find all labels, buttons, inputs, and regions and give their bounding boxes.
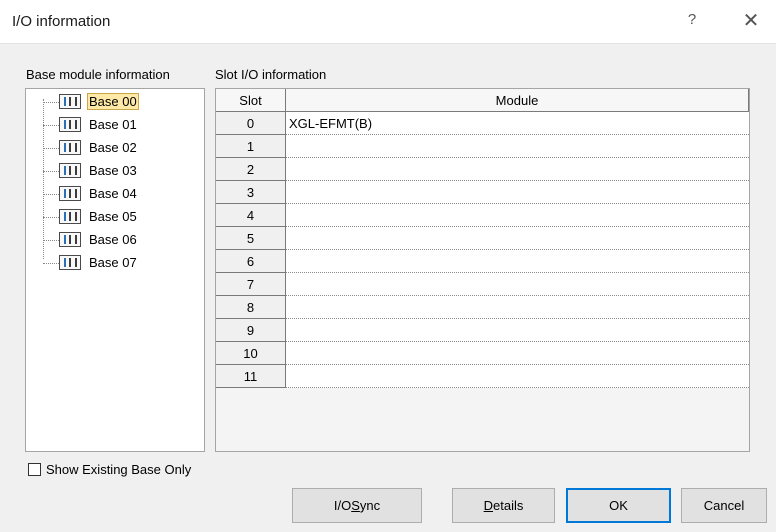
base-module-information-label: Base module information (26, 67, 170, 82)
module-cell[interactable] (286, 319, 749, 342)
table-row[interactable]: 8 (216, 296, 749, 319)
tree-item-label: Base 06 (89, 232, 137, 247)
title-bar: I/O information ? ✕ (0, 0, 776, 44)
table-row[interactable]: 5 (216, 227, 749, 250)
slot-number-cell: 6 (216, 250, 286, 273)
slot-number-cell: 7 (216, 273, 286, 296)
base-rack-icon (59, 232, 81, 247)
tree-item-label: Base 01 (89, 117, 137, 132)
slot-number-cell: 1 (216, 135, 286, 158)
table-row[interactable]: 11 (216, 365, 749, 388)
tree-branch (43, 217, 59, 218)
tree-branch (43, 194, 59, 195)
module-cell[interactable] (286, 204, 749, 227)
tree-branch (43, 125, 59, 126)
grid-header-row: Slot Module (216, 89, 749, 112)
base-tree[interactable]: Base 00 Base 01 Base 02 Base 03 Base 04 … (25, 88, 205, 452)
module-cell[interactable] (286, 158, 749, 181)
tree-branch (43, 240, 59, 241)
tree-item-label: Base 04 (89, 186, 137, 201)
slot-number-cell: 0 (216, 112, 286, 135)
tree-item-label: Base 05 (89, 209, 137, 224)
module-cell[interactable]: XGL-EFMT(B) (286, 112, 749, 135)
tree-item-label: Base 02 (89, 140, 137, 155)
base-rack-icon (59, 94, 81, 109)
table-row[interactable]: 7 (216, 273, 749, 296)
module-cell[interactable] (286, 227, 749, 250)
help-button[interactable]: ? (682, 11, 702, 28)
slot-number-cell: 4 (216, 204, 286, 227)
slot-number-cell: 10 (216, 342, 286, 365)
details-button[interactable]: Details (452, 488, 555, 523)
tree-item-base-06[interactable]: Base 06 (26, 230, 204, 250)
module-cell[interactable] (286, 273, 749, 296)
column-header-slot[interactable]: Slot (216, 89, 286, 112)
module-cell[interactable] (286, 135, 749, 158)
table-row[interactable]: 4 (216, 204, 749, 227)
table-row[interactable]: 3 (216, 181, 749, 204)
show-existing-base-only-checkbox[interactable] (28, 463, 41, 476)
slot-io-grid[interactable]: Slot Module 0 XGL-EFMT(B) 1 2 3 4 5 6 7 … (215, 88, 750, 452)
base-rack-icon (59, 163, 81, 178)
table-row[interactable]: 6 (216, 250, 749, 273)
close-button[interactable]: ✕ (740, 8, 762, 33)
tree-item-base-02[interactable]: Base 02 (26, 138, 204, 158)
slot-number-cell: 8 (216, 296, 286, 319)
tree-item-base-00[interactable]: Base 00 (26, 92, 204, 112)
slot-number-cell: 3 (216, 181, 286, 204)
module-cell[interactable] (286, 181, 749, 204)
show-existing-base-only-label: Show Existing Base Only (46, 462, 192, 477)
module-cell[interactable] (286, 342, 749, 365)
table-row[interactable]: 1 (216, 135, 749, 158)
base-rack-icon (59, 140, 81, 155)
cancel-button[interactable]: Cancel (681, 488, 767, 523)
tree-item-label: Base 03 (89, 163, 137, 178)
tree-item-label: Base 07 (89, 255, 137, 270)
tree-branch (43, 148, 59, 149)
window-title: I/O information (12, 13, 111, 30)
tree-item-label: Base 00 (87, 93, 139, 110)
details-label-post: etails (493, 498, 524, 513)
tree-item-base-05[interactable]: Base 05 (26, 207, 204, 227)
ok-button[interactable]: OK (566, 488, 671, 523)
tree-item-base-01[interactable]: Base 01 (26, 115, 204, 135)
tree-item-base-07[interactable]: Base 07 (26, 253, 204, 273)
tree-item-base-03[interactable]: Base 03 (26, 161, 204, 181)
slot-number-cell: 9 (216, 319, 286, 342)
base-rack-icon (59, 209, 81, 224)
io-sync-button[interactable]: I/O Sync (292, 488, 422, 523)
slot-number-cell: 2 (216, 158, 286, 181)
io-sync-label-post: ync (359, 498, 381, 513)
slot-number-cell: 5 (216, 227, 286, 250)
slot-io-information-label: Slot I/O information (215, 67, 327, 82)
base-rack-icon (59, 255, 81, 270)
base-rack-icon (59, 186, 81, 201)
module-cell[interactable] (286, 365, 749, 388)
details-accelerator: D (483, 498, 494, 513)
tree-item-base-04[interactable]: Base 04 (26, 184, 204, 204)
table-row[interactable]: 2 (216, 158, 749, 181)
table-row[interactable]: 9 (216, 319, 749, 342)
tree-branch (43, 102, 59, 103)
module-cell[interactable] (286, 250, 749, 273)
io-sync-accelerator: S (351, 498, 360, 513)
base-rack-icon (59, 117, 81, 132)
table-row[interactable]: 10 (216, 342, 749, 365)
io-sync-label-pre: I/O (333, 498, 352, 513)
slot-number-cell: 11 (216, 365, 286, 388)
tree-branch (43, 171, 59, 172)
module-cell[interactable] (286, 296, 749, 319)
table-row[interactable]: 0 XGL-EFMT(B) (216, 112, 749, 135)
tree-branch (43, 263, 59, 264)
column-header-module[interactable]: Module (286, 89, 749, 112)
